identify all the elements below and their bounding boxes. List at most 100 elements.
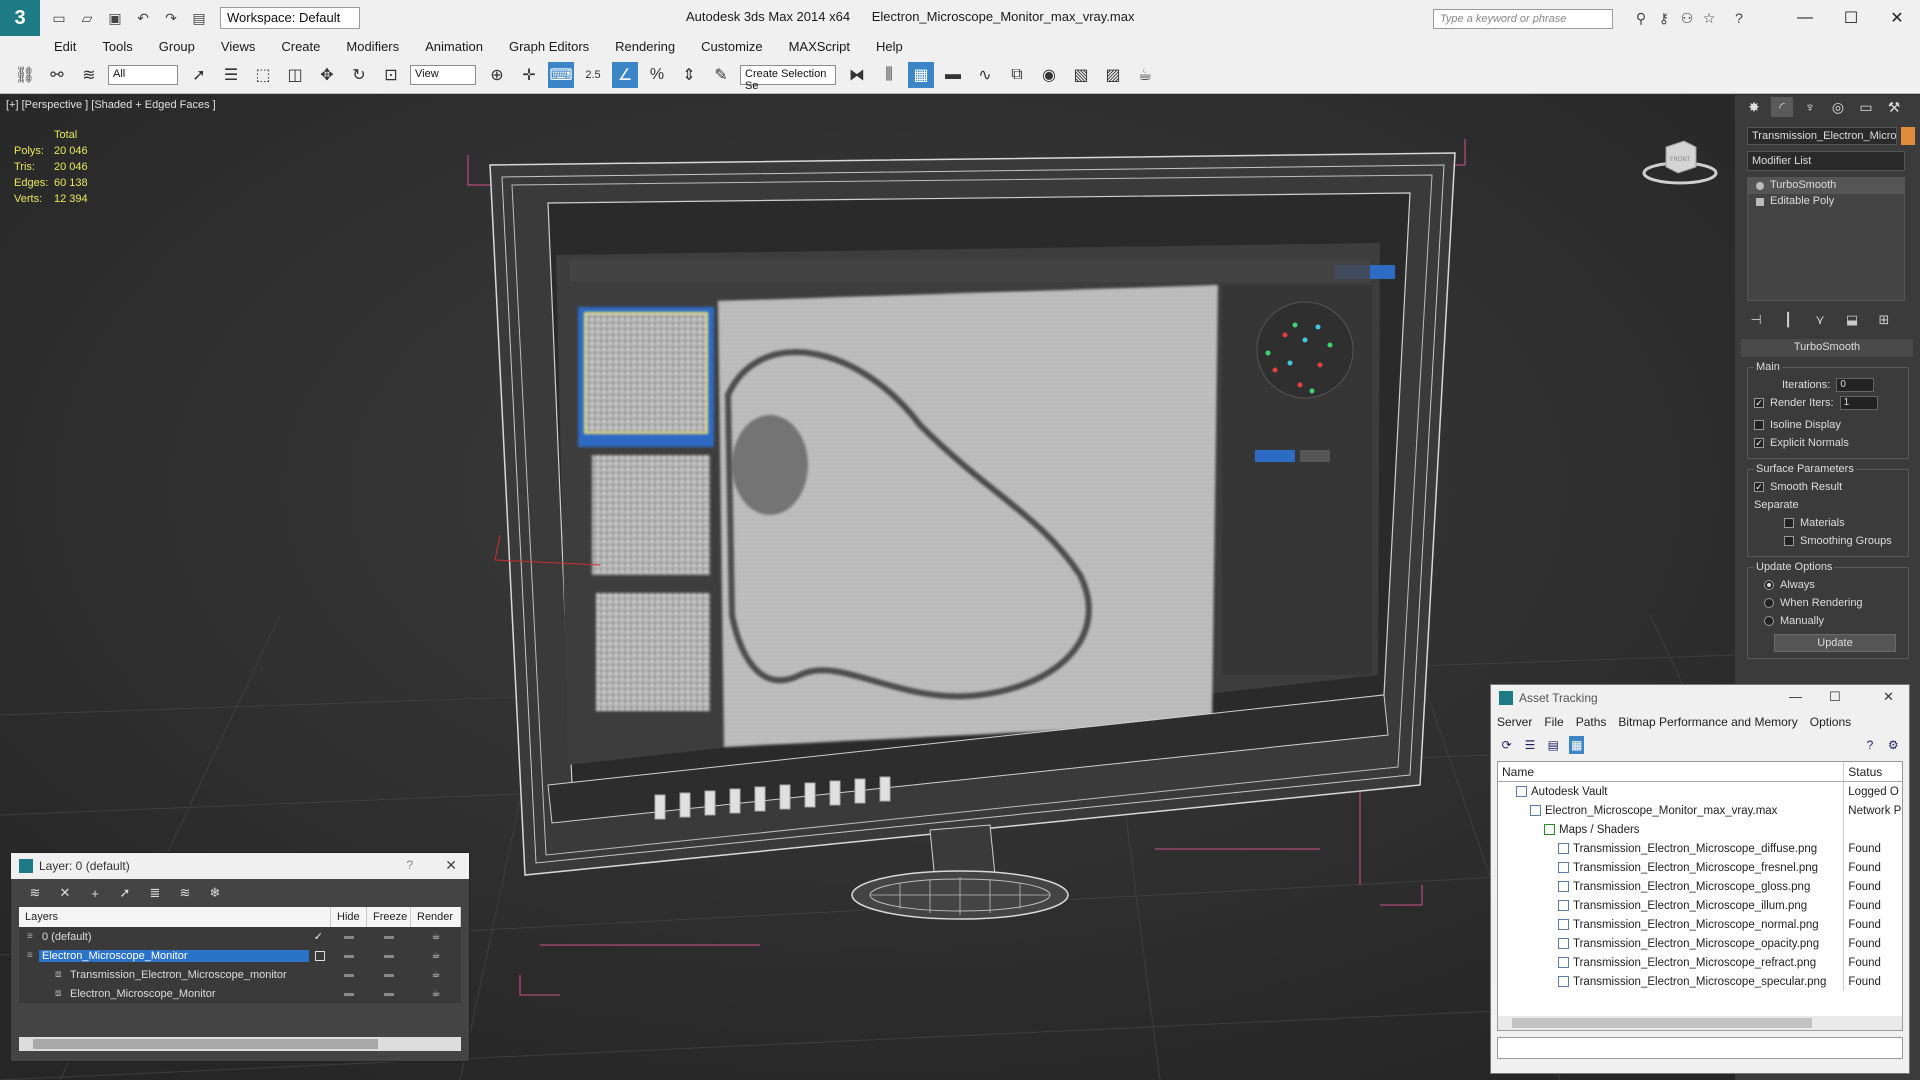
asset-name-cell[interactable]: Autodesk Vault bbox=[1498, 782, 1845, 801]
asset-row[interactable]: Autodesk Vault Logged O bbox=[1498, 782, 1902, 801]
layer-name-cell[interactable]: ⧈ Electron_Microscope_Monitor bbox=[19, 984, 331, 1003]
layer-name-cell[interactable]: ≡ 0 (default) ✓ bbox=[19, 927, 331, 946]
current-layer-check-icon[interactable]: ✓ bbox=[314, 930, 323, 943]
select-manipulate-icon[interactable]: ✛ bbox=[516, 62, 542, 88]
layer-row[interactable]: ⧈ Transmission_Electron_Microscope_monito… bbox=[19, 965, 461, 984]
search-input[interactable]: Type a keyword or phrase bbox=[1433, 9, 1613, 29]
always-radio[interactable] bbox=[1764, 580, 1774, 590]
col-freeze[interactable]: Freeze bbox=[367, 907, 411, 927]
hide-toggle-icon[interactable]: ▬ bbox=[331, 988, 367, 999]
render-toggle-icon[interactable]: ☕ bbox=[411, 931, 461, 942]
render-setup-icon[interactable]: ▧ bbox=[1068, 62, 1094, 88]
new-layer-icon[interactable]: ≋ bbox=[25, 883, 45, 903]
keyboard-shortcut-override-icon[interactable]: ⌨ bbox=[548, 61, 574, 88]
asset-menu-file[interactable]: File bbox=[1544, 715, 1563, 729]
hide-toggle-icon[interactable]: ▬ bbox=[331, 931, 367, 942]
bind-spacewarp-icon[interactable]: ≋ bbox=[76, 62, 102, 88]
asset-name-cell[interactable]: Transmission_Electron_Microscope_fresnel… bbox=[1498, 858, 1845, 877]
percent-snap-icon[interactable]: % bbox=[644, 62, 670, 88]
maximize-icon[interactable]: ☐ bbox=[1829, 689, 1841, 705]
scroll-thumb[interactable] bbox=[1512, 1018, 1812, 1028]
link-icon[interactable]: ⛓ bbox=[12, 62, 38, 88]
isoline-checkbox[interactable] bbox=[1754, 420, 1764, 430]
align-icon[interactable]: ⫼ bbox=[876, 62, 902, 88]
freeze-toggle-icon[interactable]: ▬ bbox=[367, 988, 411, 999]
remove-modifier-icon[interactable]: ⬓ bbox=[1843, 311, 1861, 329]
asset-name-cell[interactable]: Transmission_Electron_Microscope_gloss.p… bbox=[1498, 877, 1845, 896]
layer-hscroll[interactable] bbox=[19, 1037, 461, 1051]
signin-icon[interactable]: ⚇ bbox=[1678, 9, 1696, 27]
asset-name-cell[interactable]: Transmission_Electron_Microscope_specula… bbox=[1498, 972, 1845, 991]
asset-name-cell[interactable]: Transmission_Electron_Microscope_refract… bbox=[1498, 953, 1845, 972]
table-view-icon[interactable]: ▦ bbox=[1568, 736, 1585, 754]
layer-dialog-titlebar[interactable]: Layer: 0 (default) ? ✕ bbox=[11, 853, 469, 879]
redo-icon[interactable]: ↷ bbox=[162, 9, 180, 27]
make-unique-icon[interactable]: ⋎ bbox=[1811, 311, 1829, 329]
asset-name-cell[interactable]: Transmission_Electron_Microscope_opacity… bbox=[1498, 934, 1845, 953]
hide-toggle-icon[interactable]: ▬ bbox=[331, 969, 367, 980]
add-to-layer-icon[interactable]: + bbox=[85, 883, 105, 903]
create-tab-icon[interactable]: ✸ bbox=[1743, 97, 1765, 117]
menu-create[interactable]: Create bbox=[281, 39, 320, 54]
minimize-icon[interactable]: — bbox=[1789, 689, 1802, 704]
binoculars-icon[interactable]: ⚲ bbox=[1632, 9, 1650, 27]
show-end-result-icon[interactable]: ┃ bbox=[1779, 311, 1797, 329]
asset-row[interactable]: Transmission_Electron_Microscope_opacity… bbox=[1498, 934, 1902, 953]
hide-toggle-icon[interactable]: ▬ bbox=[331, 950, 367, 961]
lightbulb-icon[interactable] bbox=[1756, 182, 1764, 190]
asset-row[interactable]: Electron_Microscope_Monitor_max_vray.max… bbox=[1498, 801, 1902, 820]
update-button[interactable]: Update bbox=[1774, 634, 1896, 652]
object-color-swatch[interactable] bbox=[1901, 127, 1915, 145]
window-crossing-icon[interactable]: ◫ bbox=[282, 62, 308, 88]
render-toggle-icon[interactable]: ☕ bbox=[411, 950, 461, 961]
curve-editor-icon[interactable]: ∿ bbox=[972, 62, 998, 88]
stack-item-turbosmooth[interactable]: TurboSmooth bbox=[1748, 178, 1904, 194]
scale-icon[interactable]: ⊡ bbox=[378, 62, 404, 88]
select-object-icon[interactable]: ➚ bbox=[186, 62, 212, 88]
open-file-icon[interactable]: ▱ bbox=[78, 9, 96, 27]
asset-row[interactable]: Transmission_Electron_Microscope_diffuse… bbox=[1498, 839, 1902, 858]
rect-selection-icon[interactable]: ⬚ bbox=[250, 62, 276, 88]
asset-menu-server[interactable]: Server bbox=[1497, 715, 1532, 729]
asset-menu-options[interactable]: Options bbox=[1810, 715, 1851, 729]
menu-animation[interactable]: Animation bbox=[425, 39, 483, 54]
asset-menu-bitmap-performance-and-memory[interactable]: Bitmap Performance and Memory bbox=[1618, 715, 1797, 729]
project-folder-icon[interactable]: ▤ bbox=[190, 9, 208, 27]
render-production-icon[interactable]: ☕ bbox=[1132, 62, 1158, 88]
render-toggle-icon[interactable]: ☕ bbox=[411, 988, 461, 999]
motion-tab-icon[interactable]: ◎ bbox=[1827, 97, 1849, 117]
hierarchy-tab-icon[interactable]: ♆ bbox=[1799, 97, 1821, 117]
undo-icon[interactable]: ↶ bbox=[134, 9, 152, 27]
refresh-icon[interactable]: ⟳ bbox=[1499, 736, 1514, 754]
layer-row[interactable]: ≡ Electron_Microscope_Monitor ▬ ▬ ☕ bbox=[19, 946, 461, 965]
asset-row[interactable]: Transmission_Electron_Microscope_refract… bbox=[1498, 953, 1902, 972]
delete-layer-icon[interactable]: ✕ bbox=[55, 883, 75, 903]
menu-tools[interactable]: Tools bbox=[102, 39, 132, 54]
asset-row[interactable]: Maps / Shaders bbox=[1498, 820, 1902, 839]
materials-checkbox[interactable] bbox=[1784, 518, 1794, 528]
freeze-toggle-icon[interactable]: ▬ bbox=[367, 950, 411, 961]
viewport-label[interactable]: [+] [Perspective ] [Shaded + Edged Faces… bbox=[6, 99, 216, 111]
pin-stack-icon[interactable]: ⊣ bbox=[1747, 311, 1765, 329]
save-file-icon[interactable]: ▣ bbox=[106, 9, 124, 27]
asset-row[interactable]: Transmission_Electron_Microscope_normal.… bbox=[1498, 915, 1902, 934]
rollout-header[interactable]: TurboSmooth bbox=[1741, 339, 1913, 357]
edit-named-selection-icon[interactable]: ✎ bbox=[708, 62, 734, 88]
asset-name-cell[interactable]: Transmission_Electron_Microscope_illum.p… bbox=[1498, 896, 1845, 915]
asset-row[interactable]: Transmission_Electron_Microscope_specula… bbox=[1498, 972, 1902, 991]
modifier-stack[interactable]: TurboSmooth Editable Poly bbox=[1747, 177, 1905, 301]
rendered-frame-icon[interactable]: ▨ bbox=[1100, 62, 1126, 88]
menu-graph-editors[interactable]: Graph Editors bbox=[509, 39, 589, 54]
asset-row[interactable]: Transmission_Electron_Microscope_illum.p… bbox=[1498, 896, 1902, 915]
pivot-center-icon[interactable]: ⊕ bbox=[484, 62, 510, 88]
help-icon[interactable]: ? bbox=[1730, 9, 1748, 27]
col-hide[interactable]: Hide bbox=[331, 907, 367, 927]
set-current-layer-icon[interactable] bbox=[315, 950, 325, 961]
settings-icon[interactable]: ⚙ bbox=[1886, 736, 1901, 754]
move-icon[interactable]: ✥ bbox=[314, 62, 340, 88]
smoothing-groups-checkbox[interactable] bbox=[1784, 536, 1794, 546]
highlight-layer-icon[interactable]: ≣ bbox=[145, 883, 165, 903]
viewcube-label[interactable]: FRONT bbox=[1670, 156, 1691, 163]
maximize-button[interactable]: ☐ bbox=[1828, 4, 1874, 32]
hide-all-icon[interactable]: ≋ bbox=[175, 883, 195, 903]
